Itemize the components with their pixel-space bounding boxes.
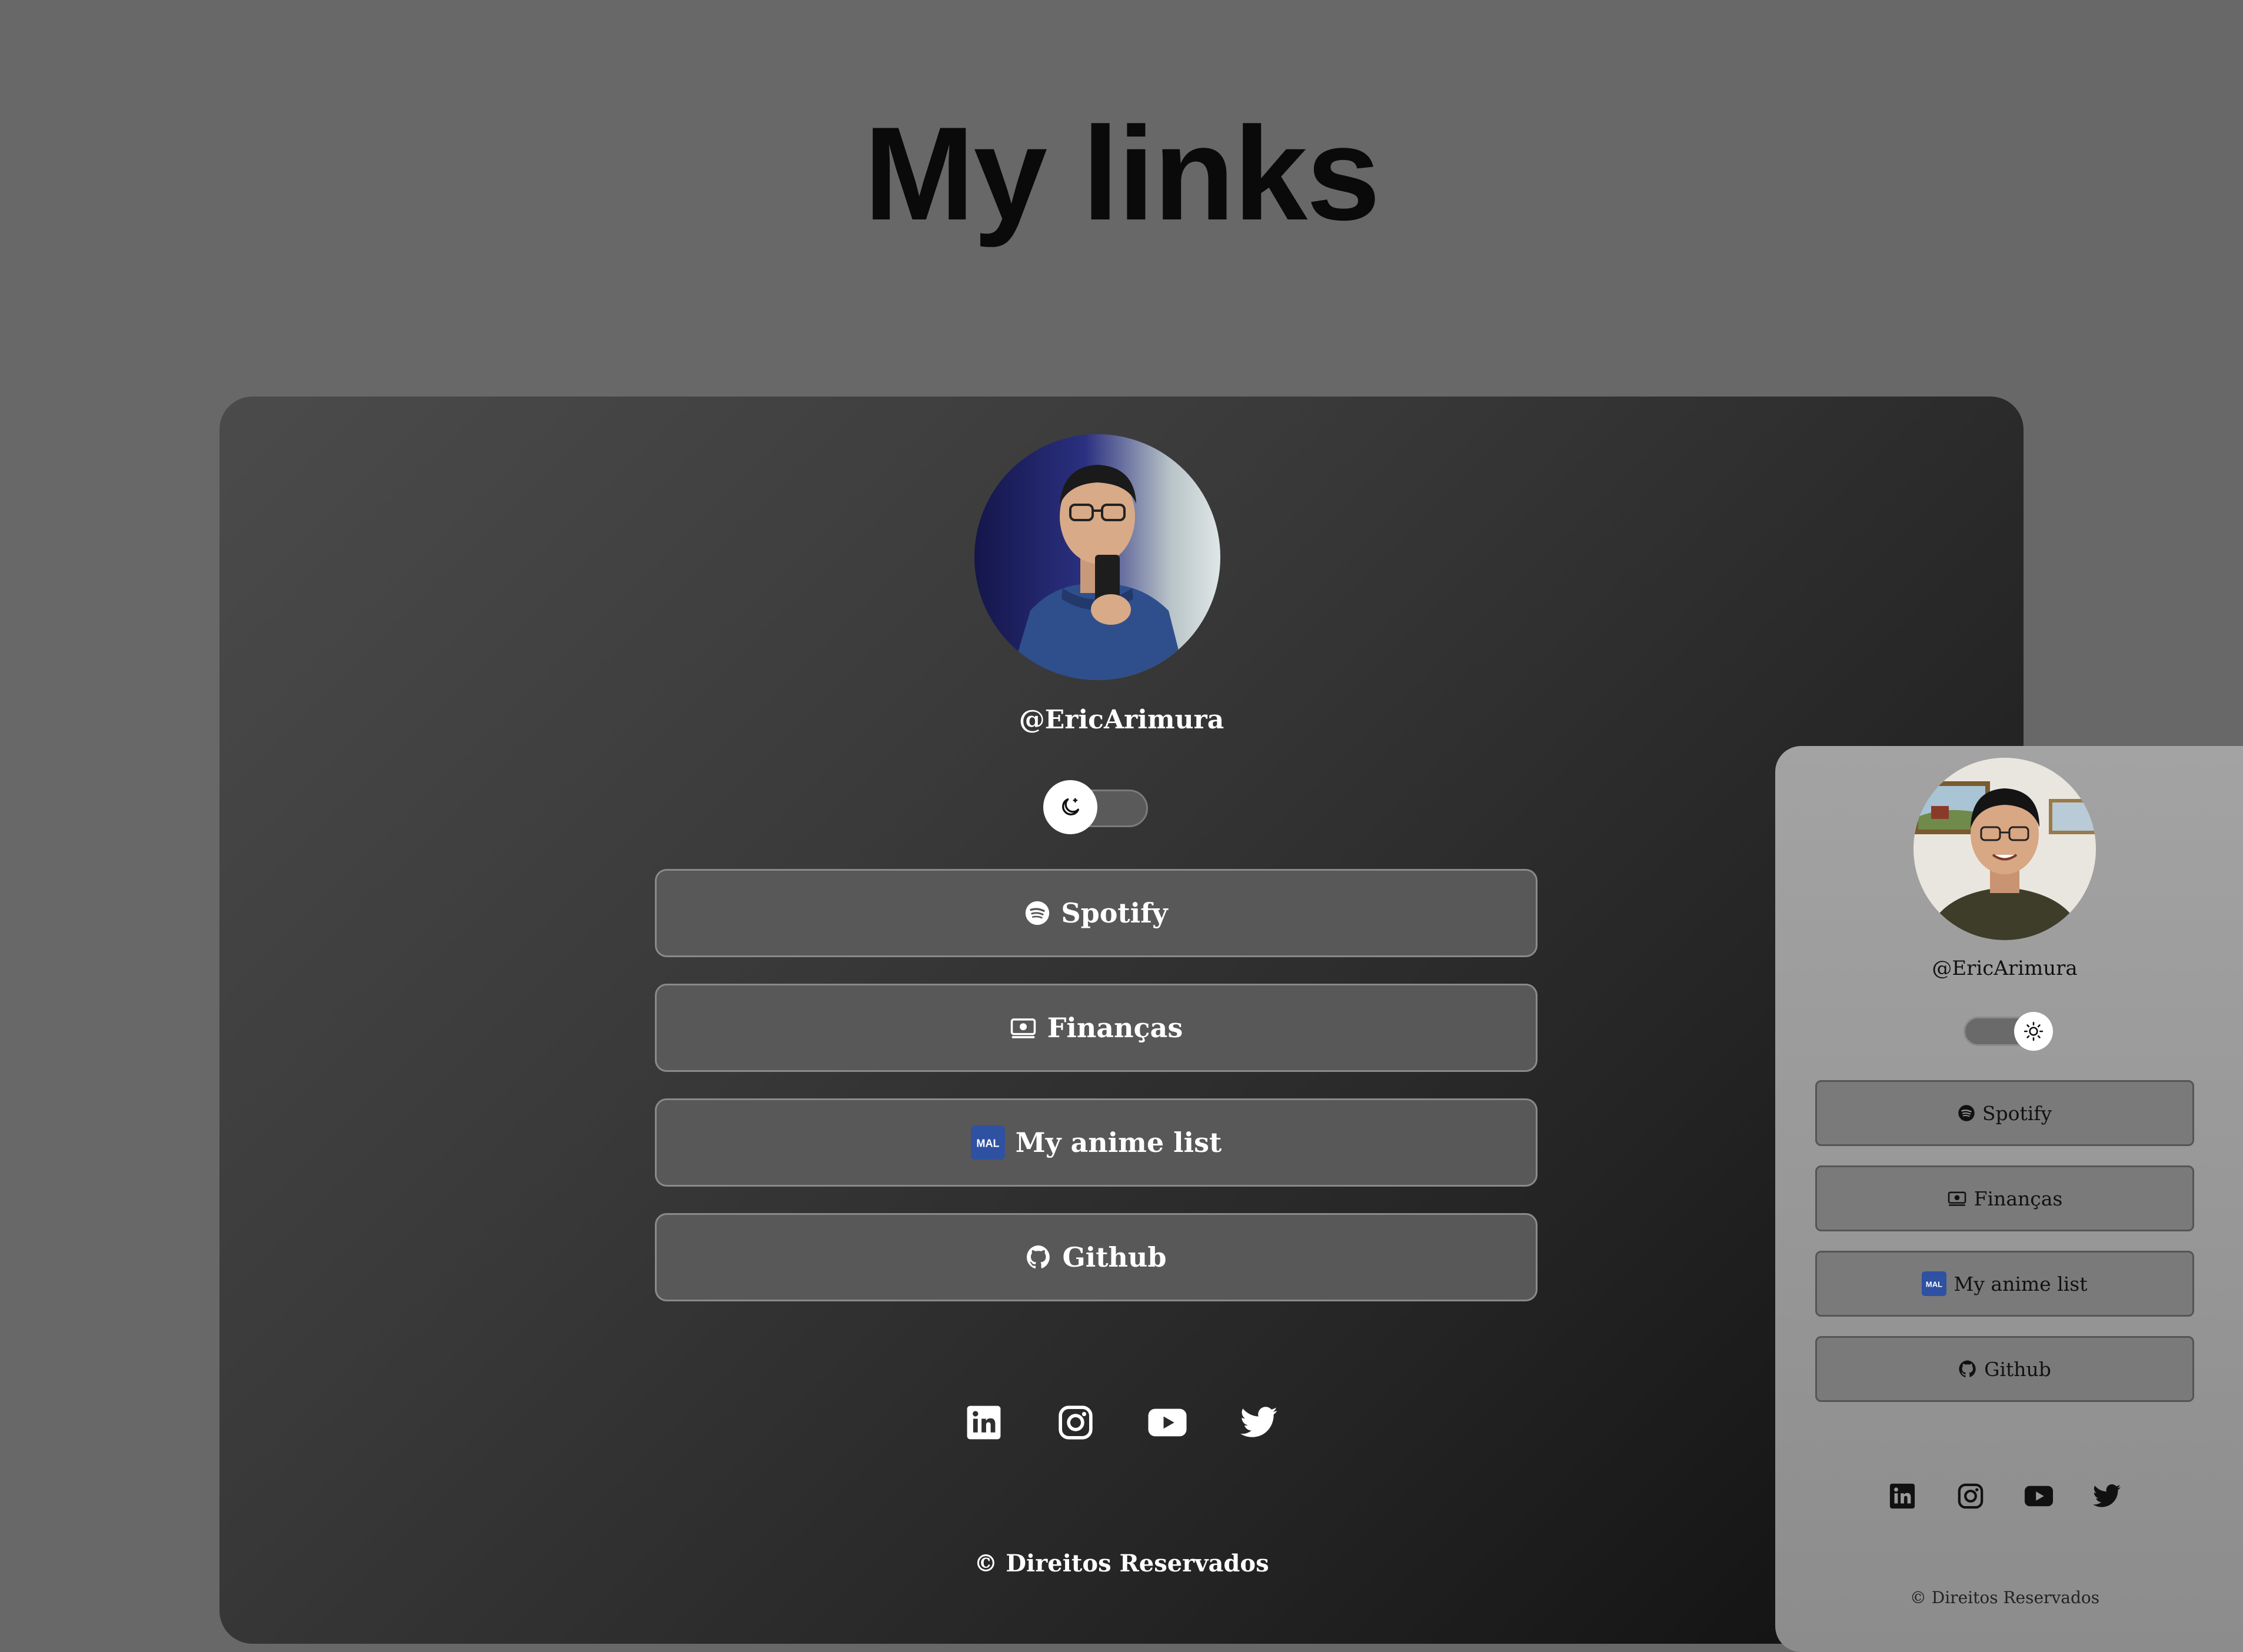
page-title: My links [864,99,1380,248]
copyright-text: © Direitos Reservados [1909,1588,2100,1607]
github-link-button[interactable]: Github [1815,1336,2194,1402]
youtube-icon[interactable] [2024,1481,2054,1511]
github-link-button[interactable]: Github [655,1213,1538,1301]
mal-badge-text: MAL [976,1137,999,1149]
dark-theme-card: @EricArimura Spotify Finanças MAL My ani… [219,397,2024,1644]
theme-toggle[interactable] [1964,1011,2053,1052]
avatar [1913,758,2096,940]
spotify-icon [1024,900,1050,926]
linkedin-icon[interactable] [964,1403,1004,1443]
twitter-icon[interactable] [2092,1481,2122,1511]
instagram-icon[interactable] [1956,1481,1985,1511]
link-label: My anime list [1015,1127,1222,1158]
link-list: Spotify Finanças MAL My anime list Githu… [1815,1080,2194,1421]
spotify-link-button[interactable]: Spotify [655,869,1538,957]
social-icons [219,1403,2024,1443]
financas-link-button[interactable]: Finanças [655,984,1538,1072]
money-icon [1947,1190,1967,1207]
link-label: Spotify [1982,1101,2052,1125]
github-icon [1026,1244,1051,1270]
avatar-photo [1913,758,2096,940]
username: @EricArimura [1932,957,2078,980]
link-label: Github [1062,1241,1167,1273]
link-label: Github [1984,1357,2051,1381]
link-label: Finanças [1047,1012,1183,1044]
avatar [974,434,1220,680]
copyright-text: © Direitos Reservados [974,1550,1269,1577]
username: @EricArimura [1019,705,1224,735]
theme-toggle[interactable] [1043,780,1149,837]
toggle-knob[interactable] [2014,1012,2053,1051]
toggle-knob[interactable] [1043,780,1097,834]
spotify-icon [1958,1104,1975,1122]
light-theme-card: @EricArimura Spotify Finanças MAL My ani… [1775,746,2243,1652]
money-icon [1010,1016,1037,1040]
moon-icon [1062,798,1079,815]
myanimelist-icon: MAL [1922,1271,1947,1296]
financas-link-button[interactable]: Finanças [1815,1165,2194,1231]
sun-icon [2024,1021,2044,1041]
social-icons [1775,1481,2234,1511]
mal-badge-text: MAL [1926,1280,1942,1288]
myanimelist-link-button[interactable]: MAL My anime list [655,1098,1538,1187]
myanimelist-icon: MAL [970,1125,1005,1160]
youtube-icon[interactable] [1147,1403,1187,1443]
twitter-icon[interactable] [1239,1403,1279,1443]
linkedin-icon[interactable] [1888,1481,1917,1511]
avatar-photo [974,434,1220,680]
link-label: My anime list [1954,1272,2088,1295]
instagram-icon[interactable] [1056,1403,1096,1443]
github-icon [1958,1360,1977,1378]
spotify-link-button[interactable]: Spotify [1815,1080,2194,1146]
myanimelist-link-button[interactable]: MAL My anime list [1815,1251,2194,1317]
link-label: Spotify [1061,897,1168,929]
link-list: Spotify Finanças MAL My anime list Githu… [655,869,1538,1328]
link-label: Finanças [1974,1187,2063,1210]
